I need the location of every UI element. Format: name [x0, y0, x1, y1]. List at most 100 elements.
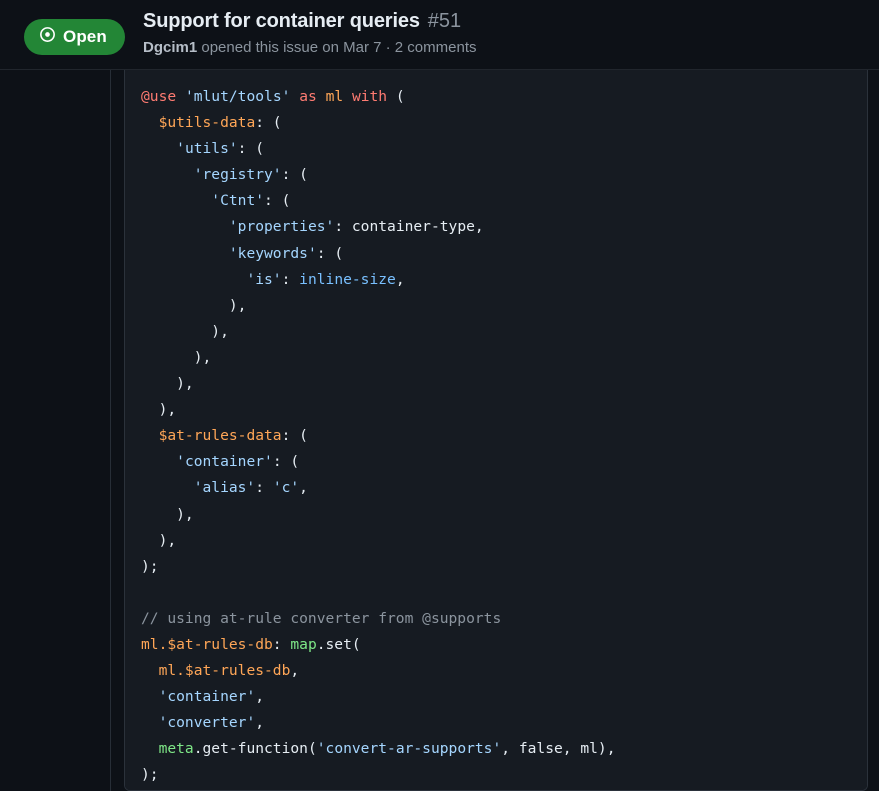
code-token: 'alias' [193, 479, 256, 497]
code-token: ml.$at-rules-db [141, 635, 273, 653]
code-token: : ( [264, 192, 291, 210]
code-token: , [255, 714, 265, 732]
code-token: meta [158, 740, 194, 758]
issue-number: #51 [427, 10, 462, 32]
issue-author-link[interactable]: Dgcim1 [143, 39, 197, 56]
issue-comment-card: @use 'mlut/tools' as ml with ( $utils-da… [124, 70, 868, 791]
code-line: 'alias': 'c', [141, 479, 308, 496]
code-line: ml.$at-rules-db: map.set( [141, 636, 361, 653]
code-token: : [272, 635, 291, 653]
code-token: 'mlut/tools' [184, 88, 291, 105]
code-token: $utils-data [158, 114, 256, 132]
code-line: ); [141, 558, 159, 575]
code-line: 'is': inline-size, [141, 270, 405, 288]
code-token: ), [141, 322, 229, 340]
code-token: ml.$at-rules-db [158, 662, 291, 680]
code-token: , [255, 688, 265, 706]
code-token: ), [141, 375, 194, 393]
code-token: ); [141, 766, 159, 784]
code-token: 'convert-ar-supports' [316, 740, 502, 758]
code-line: ), [141, 506, 194, 523]
code-token: : [281, 270, 300, 288]
code-line: ); [141, 766, 159, 783]
code-token: 'is' [246, 270, 282, 288]
code-token: ), [141, 505, 194, 523]
code-token: : ( [237, 140, 265, 158]
code-token: 'Ctnt' [211, 192, 265, 210]
issue-meta-line: Dgcim1 opened this issue on Mar 7 · 2 co… [143, 37, 869, 59]
code-token: ), [141, 348, 212, 366]
issue-title-row: Support for container queries #51 [143, 7, 869, 35]
code-token: map [290, 635, 317, 653]
code-line: 'properties': container-type, [141, 218, 484, 235]
timeline-rail [110, 70, 111, 791]
code-token: : ( [272, 453, 300, 471]
code-line: 'utils': ( [141, 140, 264, 157]
code-line: ), [141, 532, 177, 549]
issue-opened-icon [39, 26, 56, 48]
code-token: : ( [316, 244, 344, 262]
issue-meta-text: opened this issue on Mar 7 · 2 comments [201, 39, 477, 56]
page-title: Support for container queries [143, 10, 420, 32]
code-token: : ( [255, 114, 282, 132]
issue-sticky-header: Open Support for container queries #51 D… [0, 0, 879, 70]
code-line: 'container': ( [141, 453, 299, 470]
code-token: , [395, 270, 405, 288]
code-line: ), [141, 375, 194, 392]
code-line: @use 'mlut/tools' as ml with ( [141, 88, 405, 105]
code-token: 'converter' [158, 714, 256, 732]
comment-body: @use 'mlut/tools' as ml with ( $utils-da… [125, 70, 867, 790]
code-token: ); [141, 557, 159, 575]
status-badge-label: Open [63, 27, 107, 46]
issue-page: Open Support for container queries #51 D… [0, 0, 879, 791]
code-token: @use [141, 88, 177, 105]
code-line: ml.$at-rules-db, [141, 662, 300, 680]
code-line: 'container', [141, 688, 264, 705]
code-token: : [255, 479, 273, 497]
code-line: ), [141, 296, 247, 314]
code-token: inline-size [299, 270, 396, 288]
code-line: 'keywords': ( [141, 245, 343, 262]
code-token: : container-type, [334, 218, 484, 236]
code-token: , false, ml), [501, 740, 616, 758]
code-token: 'registry' [193, 166, 282, 184]
code-line: ), [141, 348, 212, 366]
code-token: 'c' [272, 479, 300, 497]
code-token: // using at-rule converter from @support… [141, 609, 502, 627]
code-line: ), [141, 323, 229, 340]
code-token: 'container' [176, 453, 273, 471]
code-line: $at-rules-data: ( [141, 427, 308, 444]
code-token: : ( [281, 166, 308, 184]
code-token: as [299, 88, 317, 105]
code-token: 'keywords' [228, 244, 317, 262]
code-content: @use 'mlut/tools' as ml with ( $utils-da… [141, 84, 853, 789]
status-badge[interactable]: Open [24, 19, 125, 55]
code-line: ), [141, 401, 177, 418]
code-line: 'Ctnt': ( [141, 192, 290, 209]
code-token: .get-function( [193, 740, 317, 758]
code-block: @use 'mlut/tools' as ml with ( $utils-da… [125, 70, 867, 790]
code-token: 'utils' [176, 140, 238, 158]
code-token: ml [325, 88, 344, 105]
code-token: : ( [281, 427, 308, 445]
code-token: ( [387, 88, 405, 105]
code-token: 'properties' [228, 218, 335, 236]
code-token: ), [141, 296, 247, 314]
code-line: $utils-data: ( [141, 114, 282, 131]
code-token: with [351, 88, 388, 105]
